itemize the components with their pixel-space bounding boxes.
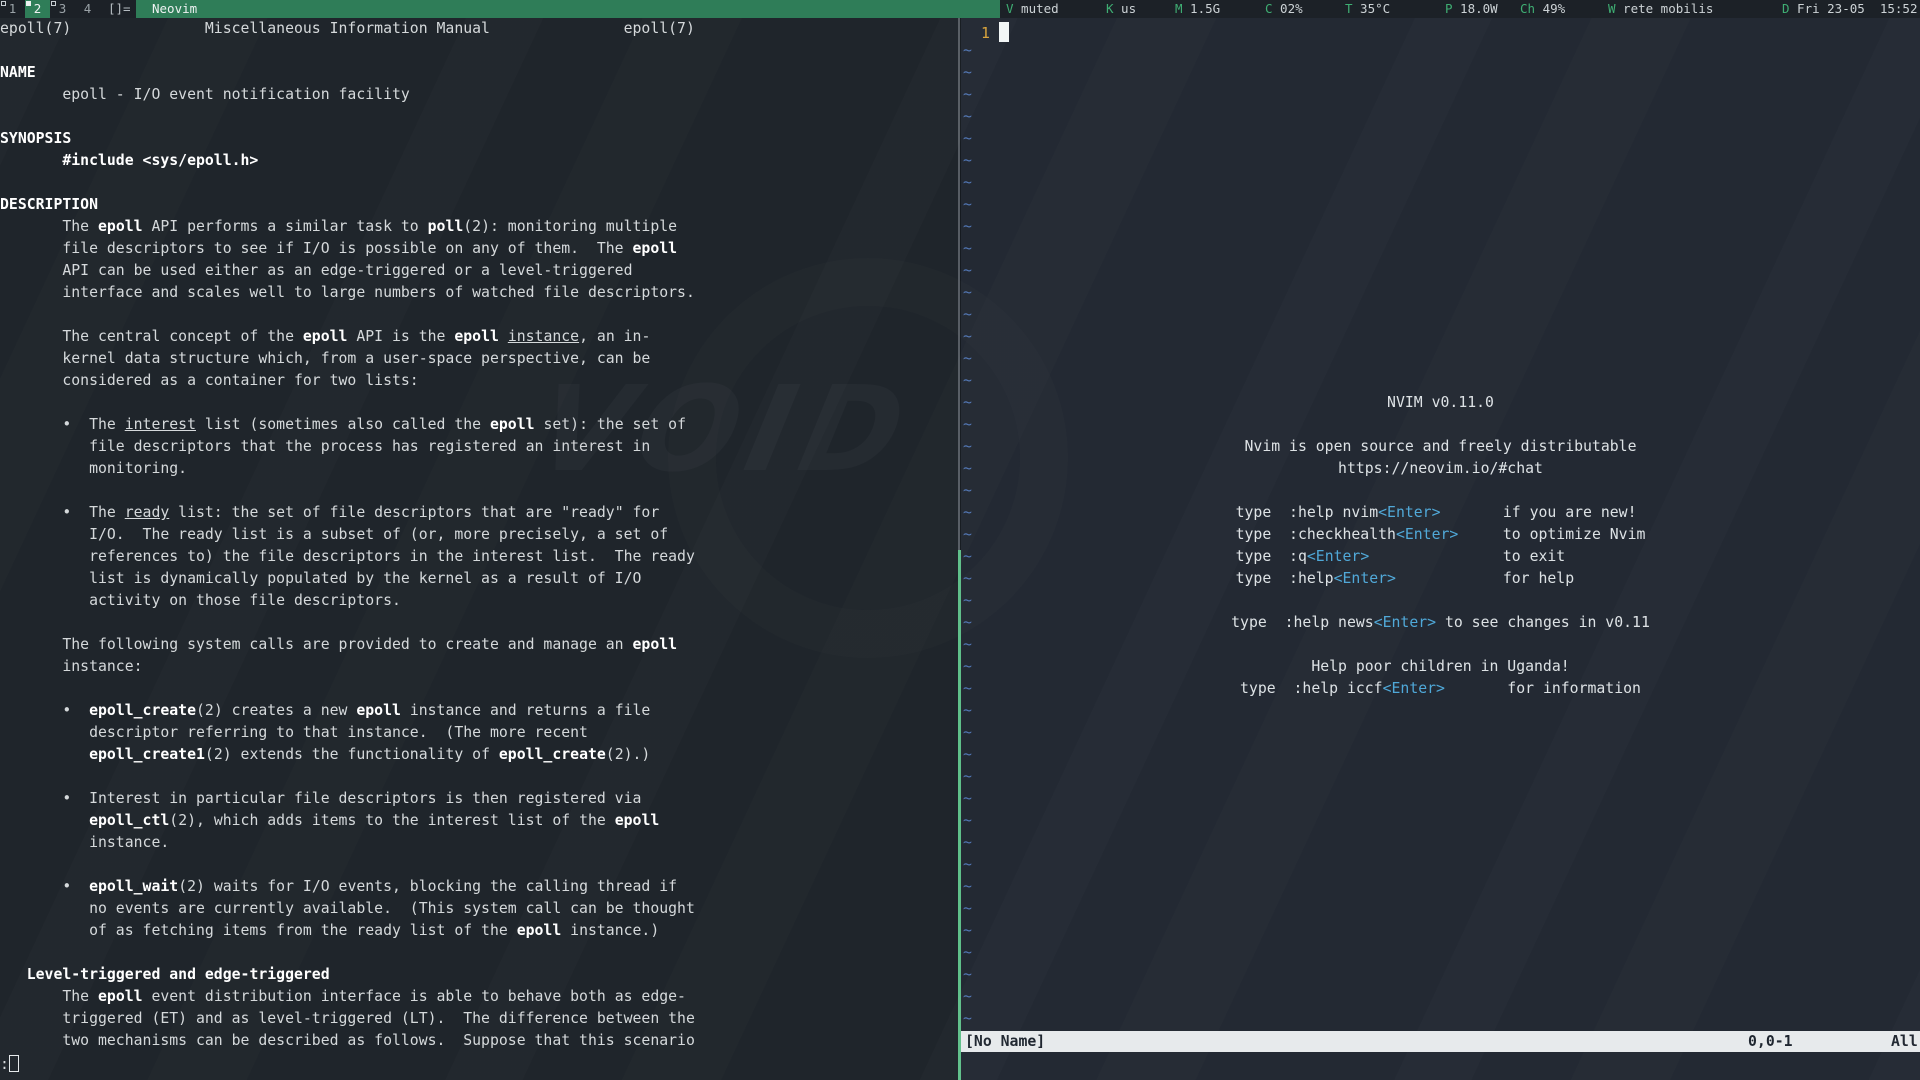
dwm-top-bar: 1234 []= Neovim V muted K us M 1.5G C 02% T …	[0, 0, 1920, 18]
status-W: W rete mobilis	[1608, 0, 1713, 18]
nvim-intro-line: type :help iccf<Enter> for information	[961, 678, 1920, 700]
status-T: T 35°C	[1345, 0, 1390, 18]
man-page-text: epoll(7) Miscellaneous Information Manua…	[0, 18, 695, 1076]
nvim-intro-line: type :checkhealth<Enter> to optimize Nvi…	[961, 524, 1920, 546]
man-page-pane[interactable]: epoll(7) Miscellaneous Information Manua…	[0, 18, 958, 1080]
nvim-intro-line: type :help news<Enter> to see changes in…	[961, 612, 1920, 634]
neovim-pane[interactable]: 1 ~~~~~~~~~~~~~~~~~~~~~~~~~~~~~~~~~~~~~~…	[961, 18, 1920, 1080]
nvim-intro-line: NVIM v0.11.0	[961, 392, 1920, 414]
window-border-gray	[958, 18, 960, 550]
status-V: V muted	[1006, 0, 1059, 18]
nvim-intro-line: Nvim is open source and freely distribut…	[961, 436, 1920, 458]
statusbar: V muted K us M 1.5G C 02% T 35°C P 18.0W Ch 49…	[1000, 0, 1920, 18]
tag-indicator	[51, 1, 56, 6]
status-Ch: Ch 49%	[1520, 0, 1565, 18]
focused-window-title: Neovim	[136, 0, 1000, 18]
tag-3[interactable]: 3	[50, 0, 75, 18]
layout-symbol: []=	[108, 0, 131, 18]
tag-1[interactable]: 1	[0, 0, 25, 18]
nvim-intro-line: type :help<Enter> for help	[961, 568, 1920, 590]
tag-4[interactable]: 4	[75, 0, 100, 18]
nvim-statusline: [No Name] 0,0-1 All	[961, 1031, 1920, 1052]
scroll-indicator: All	[1891, 1031, 1918, 1052]
status-K: K us	[1106, 0, 1136, 18]
tag-2[interactable]: 2	[25, 0, 50, 18]
nvim-intro-line: Help poor children in Uganda!	[961, 656, 1920, 678]
window-border-green	[958, 550, 961, 1080]
pager-cursor	[9, 1055, 19, 1072]
nvim-intro-line: type :help nvim<Enter> if you are new!	[961, 502, 1920, 524]
nvim-intro-line: https://neovim.io/#chat	[961, 458, 1920, 480]
nvim-intro: NVIM v0.11.0 Nvim is open source and free…	[961, 18, 1920, 1080]
status-P: P 18.0W	[1445, 0, 1498, 18]
workspace-tags: 1234	[0, 0, 100, 18]
nvim-intro-line: type :q<Enter> to exit	[961, 546, 1920, 568]
status-D: D Fri 23-05 15:52	[1782, 0, 1917, 18]
tag-indicator	[1, 1, 6, 6]
buffer-name: [No Name]	[965, 1031, 1045, 1052]
status-M: M 1.5G	[1175, 0, 1220, 18]
cursor-position: 0,0-1	[1748, 1031, 1793, 1052]
tag-indicator	[26, 1, 31, 6]
status-C: C 02%	[1265, 0, 1303, 18]
